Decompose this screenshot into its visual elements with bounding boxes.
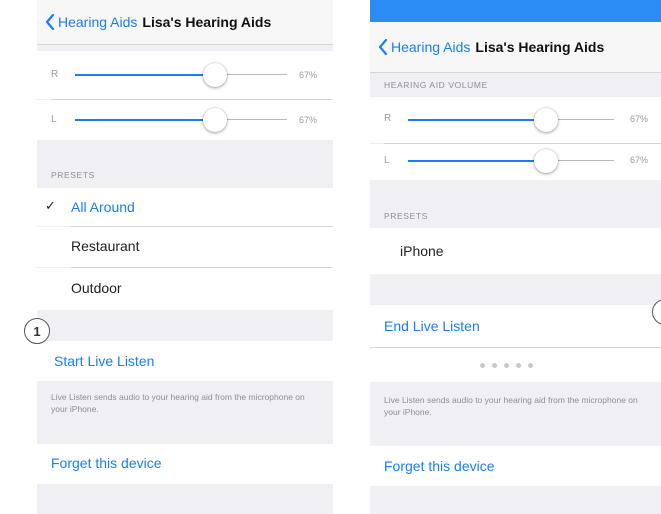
progress-dot [480, 363, 485, 368]
progress-dot [516, 363, 521, 368]
forget-device-label: Forget this device [51, 455, 162, 471]
slider-thumb[interactable] [203, 108, 227, 132]
status-bar [370, 0, 661, 22]
back-button[interactable]: Hearing Aids Lisa's Hearing Aids [45, 0, 271, 44]
progress-dot [504, 363, 509, 368]
forget-device-button[interactable]: Forget this device [37, 444, 333, 484]
slider-value-l: 67% [299, 115, 318, 125]
slider-thumb[interactable] [534, 108, 558, 132]
progress-dot [492, 363, 497, 368]
page-title: Lisa's Hearing Aids [142, 14, 272, 30]
slider-track-empty [556, 119, 614, 120]
preset-item-outdoor[interactable]: Outdoor [37, 268, 333, 310]
preset-item-iphone[interactable]: iPhone [370, 228, 661, 274]
live-listen-footer: Live Listen sends audio to your hearing … [51, 392, 305, 414]
forget-device-label: Forget this device [384, 458, 495, 474]
end-live-listen-label: End Live Listen [384, 318, 480, 334]
preset-label: Restaurant [71, 238, 140, 254]
volume-slider-left[interactable]: L 67% [37, 100, 333, 140]
chevron-left-icon [378, 39, 388, 55]
hearing-aid-volume-header: HEARING AID VOLUME [384, 80, 488, 90]
preset-item-all-around[interactable]: ✓ All Around [37, 188, 333, 226]
start-live-listen-label: Start Live Listen [54, 353, 155, 369]
page-title: Lisa's Hearing Aids [475, 39, 605, 55]
callout-number-1: 1 [24, 318, 50, 344]
forget-device-button[interactable]: Forget this device [370, 446, 661, 486]
back-label: Hearing Aids [391, 39, 471, 55]
presets-header: PRESETS [384, 211, 428, 221]
volume-slider-right[interactable]: R 67% [370, 97, 661, 143]
presets-header: PRESETS [51, 170, 95, 180]
slider-label-r: R [384, 113, 392, 124]
slider-thumb[interactable] [203, 63, 227, 87]
slider-value-r: 67% [299, 70, 318, 80]
checkmark-icon: ✓ [45, 198, 56, 213]
preset-label: iPhone [400, 243, 444, 259]
end-live-listen-button[interactable]: End Live Listen [370, 305, 661, 347]
slider-track-empty [225, 74, 287, 75]
volume-slider-right[interactable]: R 67% [37, 51, 333, 99]
screen-left: Hearing Aids Lisa's Hearing Aids R 67% L… [37, 0, 333, 514]
activity-indicator-row [370, 348, 661, 382]
preset-item-restaurant[interactable]: Restaurant [37, 227, 333, 267]
progress-dot [528, 363, 533, 368]
start-live-listen-button[interactable]: Start Live Listen [37, 341, 333, 381]
slider-track-empty [225, 119, 287, 120]
chevron-left-icon [45, 14, 55, 30]
back-button[interactable]: Hearing Aids Lisa's Hearing Aids [378, 22, 604, 72]
slider-value-l: 67% [630, 155, 649, 165]
navigation-bar: Hearing Aids Lisa's Hearing Aids [370, 22, 661, 73]
preset-label: All Around [71, 199, 135, 215]
slider-track-empty [556, 160, 614, 161]
slider-track-filled [75, 74, 215, 76]
preset-label: Outdoor [71, 280, 122, 296]
slider-track-filled [75, 119, 215, 121]
callout-number-text: 1 [33, 323, 41, 339]
slider-thumb[interactable] [534, 149, 558, 173]
live-listen-footer: Live Listen sends audio to your hearing … [384, 395, 638, 417]
slider-label-l: L [51, 114, 57, 125]
slider-track-filled [408, 160, 546, 162]
volume-slider-left[interactable]: L 67% [370, 144, 661, 180]
slider-label-l: L [384, 155, 390, 166]
screen-right: Hearing Aids Lisa's Hearing Aids HEARING… [370, 0, 661, 514]
slider-value-r: 67% [630, 114, 649, 124]
back-label: Hearing Aids [58, 14, 138, 30]
navigation-bar: Hearing Aids Lisa's Hearing Aids [37, 0, 333, 45]
slider-label-r: R [51, 69, 59, 80]
slider-track-filled [408, 119, 546, 121]
